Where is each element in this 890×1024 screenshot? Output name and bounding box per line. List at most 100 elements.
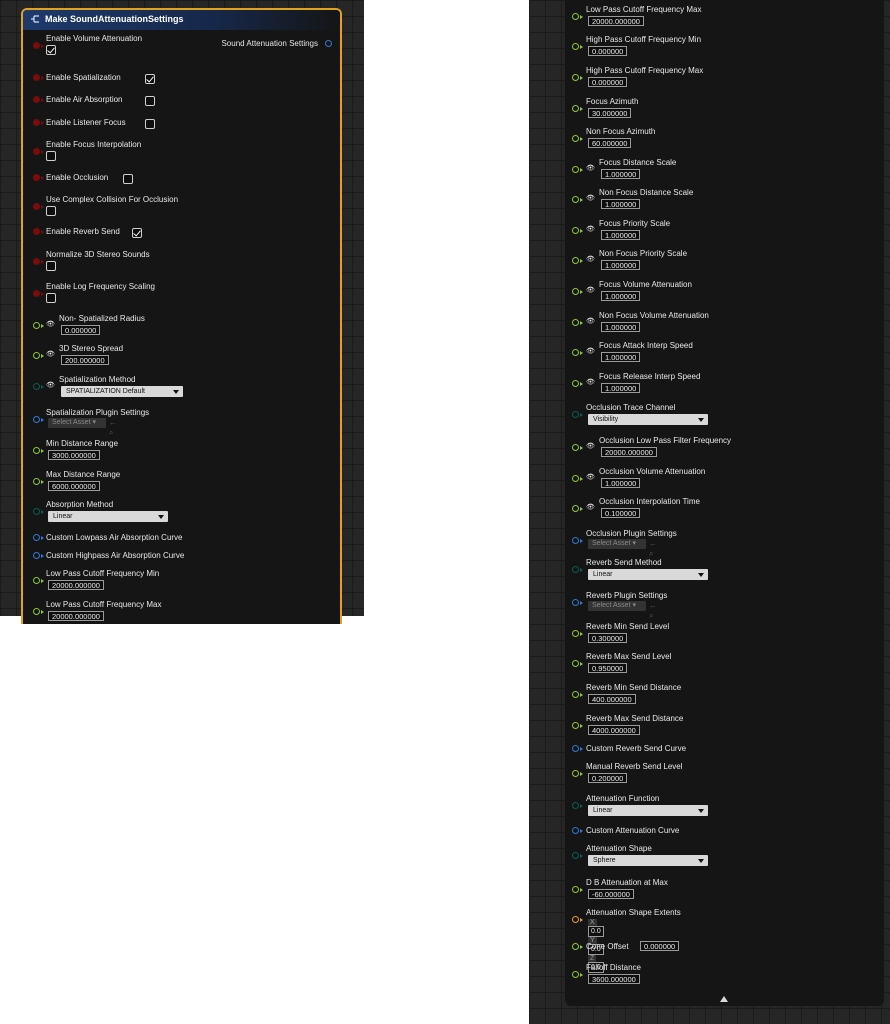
input-pin-absorption-method[interactable] <box>33 508 40 515</box>
input-pin-occlusion-trace-channel[interactable] <box>572 411 579 418</box>
input-pin-enable-occlusion[interactable] <box>33 174 40 181</box>
input-pin-low-pass-cutoff-frequency-min[interactable] <box>33 577 40 584</box>
input-pin-enable-spatialization[interactable] <box>33 74 40 81</box>
value-field-non-focus-volume-attenuation[interactable]: 1.000000 <box>601 322 641 332</box>
node-header[interactable]: Make SoundAttenuationSettings <box>23 10 340 30</box>
input-pin-reverb-max-send-level[interactable] <box>572 660 579 667</box>
input-pin-spatialization-plugin-settings[interactable] <box>33 416 40 423</box>
input-pin-falloff-distance[interactable] <box>572 971 579 978</box>
input-pin-reverb-min-send-distance[interactable] <box>572 691 579 698</box>
input-pin-focus-priority-scale[interactable] <box>572 227 579 234</box>
input-pin-focus-release-interp-speed[interactable] <box>572 380 579 387</box>
visibility-eye-icon[interactable]: 👁 <box>586 287 595 295</box>
value-field-non-focus-priority-scale[interactable]: 1.000000 <box>601 260 641 270</box>
value-field-occlusion-interpolation-time[interactable]: 0.100000 <box>601 508 641 518</box>
input-pin-custom-lowpass-air-absorption-curve[interactable] <box>33 534 40 541</box>
visibility-eye-icon[interactable]: 👁 <box>46 351 55 359</box>
value-field-occlusion-volume-attenuation[interactable]: 1.000000 <box>601 478 641 488</box>
visibility-eye-icon[interactable]: 👁 <box>586 443 595 451</box>
input-pin-min-distance-range[interactable] <box>33 447 40 454</box>
input-pin-non-spatialized-radius[interactable] <box>33 322 40 329</box>
visibility-eye-icon[interactable]: 👁 <box>586 256 595 264</box>
value-field-low-pass-cutoff-frequency-min[interactable]: 20000.000000 <box>48 580 104 590</box>
input-pin-enable-reverb-send[interactable] <box>33 228 40 235</box>
make-sound-attenuation-settings-node[interactable]: Make SoundAttenuationSettings Sound Atte… <box>21 8 342 624</box>
value-field-d-b-attenuation-at-max[interactable]: -60.000000 <box>588 889 634 899</box>
dropdown-reverb-send-method[interactable]: Linear <box>588 569 708 580</box>
input-pin-reverb-max-send-distance[interactable] <box>572 722 579 729</box>
asset-picker-reverb-plugin-settings[interactable]: Select Asset ▾ <box>588 601 646 611</box>
checkbox-normalize-3d-stereo-sounds[interactable] <box>46 261 56 271</box>
input-pin-custom-highpass-air-absorption-curve[interactable] <box>33 552 40 559</box>
input-pin-enable-listener-focus[interactable] <box>33 119 40 126</box>
input-pin-use-complex-collision-for-occlusion[interactable] <box>33 203 40 210</box>
value-field-non-spatialized-radius[interactable]: 0.000000 <box>61 325 101 335</box>
value-field-focus-attack-interp-speed[interactable]: 1.000000 <box>601 352 641 362</box>
value-field-focus-release-interp-speed[interactable]: 1.000000 <box>601 383 641 393</box>
visibility-eye-icon[interactable]: 👁 <box>586 195 595 203</box>
input-pin-occlusion-plugin-settings[interactable] <box>572 537 579 544</box>
input-pin-focus-azimuth[interactable] <box>572 105 579 112</box>
vector-x-value[interactable]: 0.0 <box>588 926 604 937</box>
input-pin-custom-reverb-send-curve[interactable] <box>572 745 579 752</box>
input-pin-non-focus-distance-scale[interactable] <box>572 196 579 203</box>
value-field-focus-distance-scale[interactable]: 1.000000 <box>601 169 641 179</box>
input-pin-spatialization-method[interactable] <box>33 383 40 390</box>
visibility-eye-icon[interactable]: 👁 <box>46 382 55 390</box>
input-pin-non-focus-azimuth[interactable] <box>572 135 579 142</box>
checkbox-enable-volume-attenuation[interactable] <box>46 45 56 55</box>
input-pin-focus-attack-interp-speed[interactable] <box>572 349 579 356</box>
input-pin-reverb-send-method[interactable] <box>572 566 579 573</box>
input-pin-cone-offset[interactable] <box>572 943 579 950</box>
value-field-reverb-max-send-distance[interactable]: 4000.000000 <box>588 725 640 735</box>
value-field-occlusion-low-pass-filter-frequency[interactable]: 20000.000000 <box>601 447 657 457</box>
value-field-high-pass-cutoff-frequency-min[interactable]: 0.000000 <box>588 46 628 56</box>
asset-picker-spatialization-plugin-settings[interactable]: Select Asset ▾ <box>48 418 106 428</box>
visibility-eye-icon[interactable]: 👁 <box>586 474 595 482</box>
checkbox-enable-spatialization[interactable] <box>145 74 156 84</box>
input-pin-enable-focus-interpolation[interactable] <box>33 148 40 155</box>
input-pin-attenuation-shape-extents[interactable] <box>572 916 579 923</box>
output-pin[interactable] <box>325 40 332 47</box>
input-pin-attenuation-shape[interactable] <box>572 852 579 859</box>
input-pin-normalize-3d-stereo-sounds[interactable] <box>33 258 40 265</box>
checkbox-enable-reverb-send[interactable] <box>132 228 143 238</box>
make-sound-attenuation-settings-node-continued[interactable]: Low Pass Cutoff Frequency Max 20000.00000… <box>565 0 884 1006</box>
value-field-reverb-min-send-distance[interactable]: 400.000000 <box>588 694 636 704</box>
dropdown-attenuation-function[interactable]: Linear <box>588 805 708 816</box>
value-field-focus-azimuth[interactable]: 30.000000 <box>588 108 632 118</box>
visibility-eye-icon[interactable]: 👁 <box>586 165 595 173</box>
dropdown-occlusion-trace-channel[interactable]: Visibility <box>588 414 708 425</box>
value-field-focus-priority-scale[interactable]: 1.000000 <box>601 230 641 240</box>
input-pin-custom-attenuation-curve[interactable] <box>572 827 579 834</box>
value-field-cone-offset[interactable]: 0.000000 <box>639 941 680 951</box>
value-field-non-focus-azimuth[interactable]: 60.000000 <box>588 138 632 148</box>
asset-browse-icons[interactable]: ← ⌕ <box>649 539 657 559</box>
input-pin-enable-log-frequency-scaling[interactable] <box>33 290 40 297</box>
checkbox-enable-air-absorption[interactable] <box>145 96 156 106</box>
value-field-high-pass-cutoff-frequency-max[interactable]: 0.000000 <box>588 77 628 87</box>
input-pin-d-b-attenuation-at-max[interactable] <box>572 886 579 893</box>
visibility-eye-icon[interactable]: 👁 <box>586 348 595 356</box>
visibility-eye-icon[interactable]: 👁 <box>586 226 595 234</box>
input-pin-non-focus-volume-attenuation[interactable] <box>572 319 579 326</box>
dropdown-attenuation-shape[interactable]: Sphere <box>588 855 708 866</box>
value-field-focus-volume-attenuation[interactable]: 1.000000 <box>601 291 641 301</box>
visibility-eye-icon[interactable]: 👁 <box>46 321 55 329</box>
checkbox-enable-focus-interpolation[interactable] <box>46 151 56 161</box>
input-pin-occlusion-interpolation-time[interactable] <box>572 505 579 512</box>
input-pin-high-pass-cutoff-frequency-min[interactable] <box>572 43 579 50</box>
input-pin-manual-reverb-send-level[interactable] <box>572 770 579 777</box>
checkbox-enable-occlusion[interactable] <box>123 174 134 184</box>
checkbox-enable-listener-focus[interactable] <box>145 119 156 129</box>
input-pin-3d-stereo-spread[interactable] <box>33 352 40 359</box>
visibility-eye-icon[interactable]: 👁 <box>586 504 595 512</box>
checkbox-use-complex-collision-for-occlusion[interactable] <box>46 206 56 216</box>
value-field-low-pass-cutoff-frequency-max[interactable]: 20000.000000 <box>588 16 644 26</box>
input-pin-reverb-min-send-level[interactable] <box>572 630 579 637</box>
input-pin-enable-air-absorption[interactable] <box>33 96 40 103</box>
input-pin-reverb-plugin-settings[interactable] <box>572 599 579 606</box>
input-pin-focus-volume-attenuation[interactable] <box>572 288 579 295</box>
input-pin-low-pass-cutoff-frequency-max[interactable] <box>33 608 40 615</box>
input-pin-attenuation-function[interactable] <box>572 802 579 809</box>
